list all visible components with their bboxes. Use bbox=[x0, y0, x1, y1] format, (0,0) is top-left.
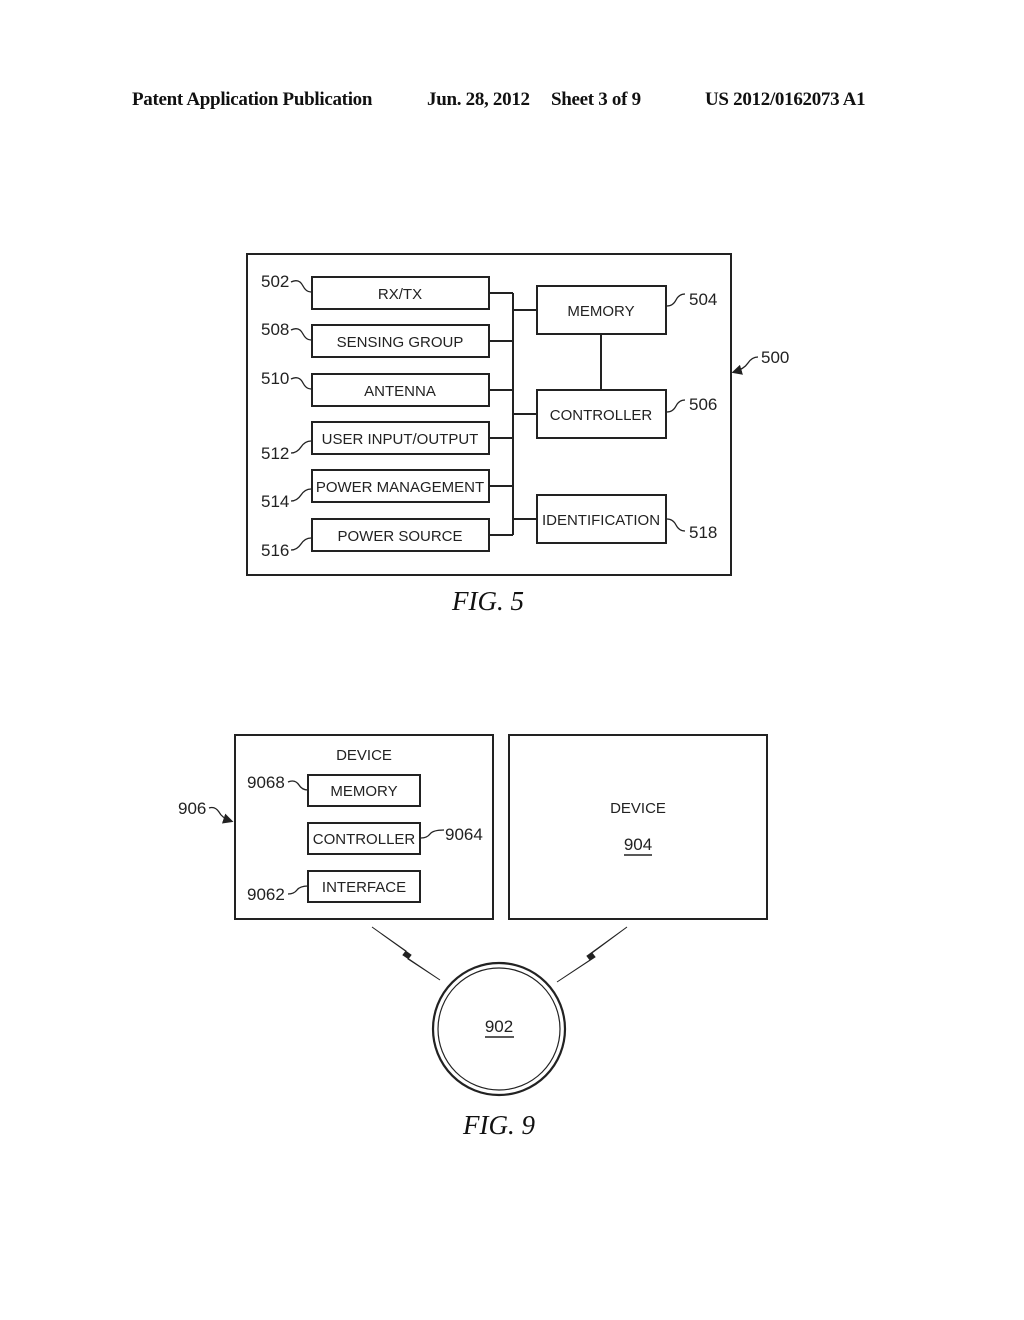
block-label: CONTROLLER bbox=[550, 407, 653, 424]
ref-506: 506 bbox=[689, 395, 717, 414]
block-label: RX/TX bbox=[378, 286, 422, 303]
ref-516: 516 bbox=[261, 541, 289, 560]
fig9-caption: FIG. 9 bbox=[462, 1110, 535, 1140]
block-label: CONTROLLER bbox=[313, 831, 416, 848]
block-label: IDENTIFICATION bbox=[542, 512, 660, 529]
ref-518: 518 bbox=[689, 523, 717, 542]
leader-arrow-906 bbox=[208, 806, 234, 824]
ref-9068: 9068 bbox=[247, 773, 285, 792]
ref-512: 512 bbox=[261, 444, 289, 463]
block-label: USER INPUT/OUTPUT bbox=[322, 431, 479, 448]
leader-arrow-500 bbox=[731, 356, 759, 375]
ref-502: 502 bbox=[261, 272, 289, 291]
device-904-title: DEVICE bbox=[610, 800, 666, 817]
ref-9064: 9064 bbox=[445, 825, 483, 844]
ref-904: 904 bbox=[624, 835, 652, 854]
block-label: ANTENNA bbox=[364, 383, 436, 400]
fig5-caption: FIG. 5 bbox=[451, 586, 524, 616]
patent-drawing: RX/TX 502 SENSING GROUP 508 ANTENNA 510 … bbox=[178, 253, 789, 1140]
wireless-link-icon-right bbox=[556, 926, 628, 983]
wireless-link-icon-left bbox=[371, 926, 441, 981]
ref-510: 510 bbox=[261, 369, 289, 388]
device-906-title: DEVICE bbox=[336, 747, 392, 764]
block-label: MEMORY bbox=[567, 303, 634, 320]
block-label: INTERFACE bbox=[322, 879, 406, 896]
device-906: DEVICE MEMORY 9068 CONTROLLER 9064 INTER… bbox=[178, 734, 494, 920]
ref-906: 906 bbox=[178, 799, 206, 818]
ref-9062: 9062 bbox=[247, 885, 285, 904]
fig5: RX/TX 502 SENSING GROUP 508 ANTENNA 510 … bbox=[246, 253, 789, 616]
ref-504: 504 bbox=[689, 290, 717, 309]
block-label: SENSING GROUP bbox=[337, 334, 464, 351]
ref-902: 902 bbox=[485, 1017, 513, 1036]
network-902: 902 bbox=[431, 961, 567, 1097]
block-label: MEMORY bbox=[330, 783, 397, 800]
fig9: DEVICE MEMORY 9068 CONTROLLER 9064 INTER… bbox=[178, 734, 768, 1140]
block-label: POWER MANAGEMENT bbox=[316, 479, 484, 496]
ref-514: 514 bbox=[261, 492, 289, 511]
device-904: DEVICE 904 bbox=[508, 734, 768, 920]
ref-508: 508 bbox=[261, 320, 289, 339]
block-label: POWER SOURCE bbox=[337, 528, 462, 545]
ref-500: 500 bbox=[761, 348, 789, 367]
